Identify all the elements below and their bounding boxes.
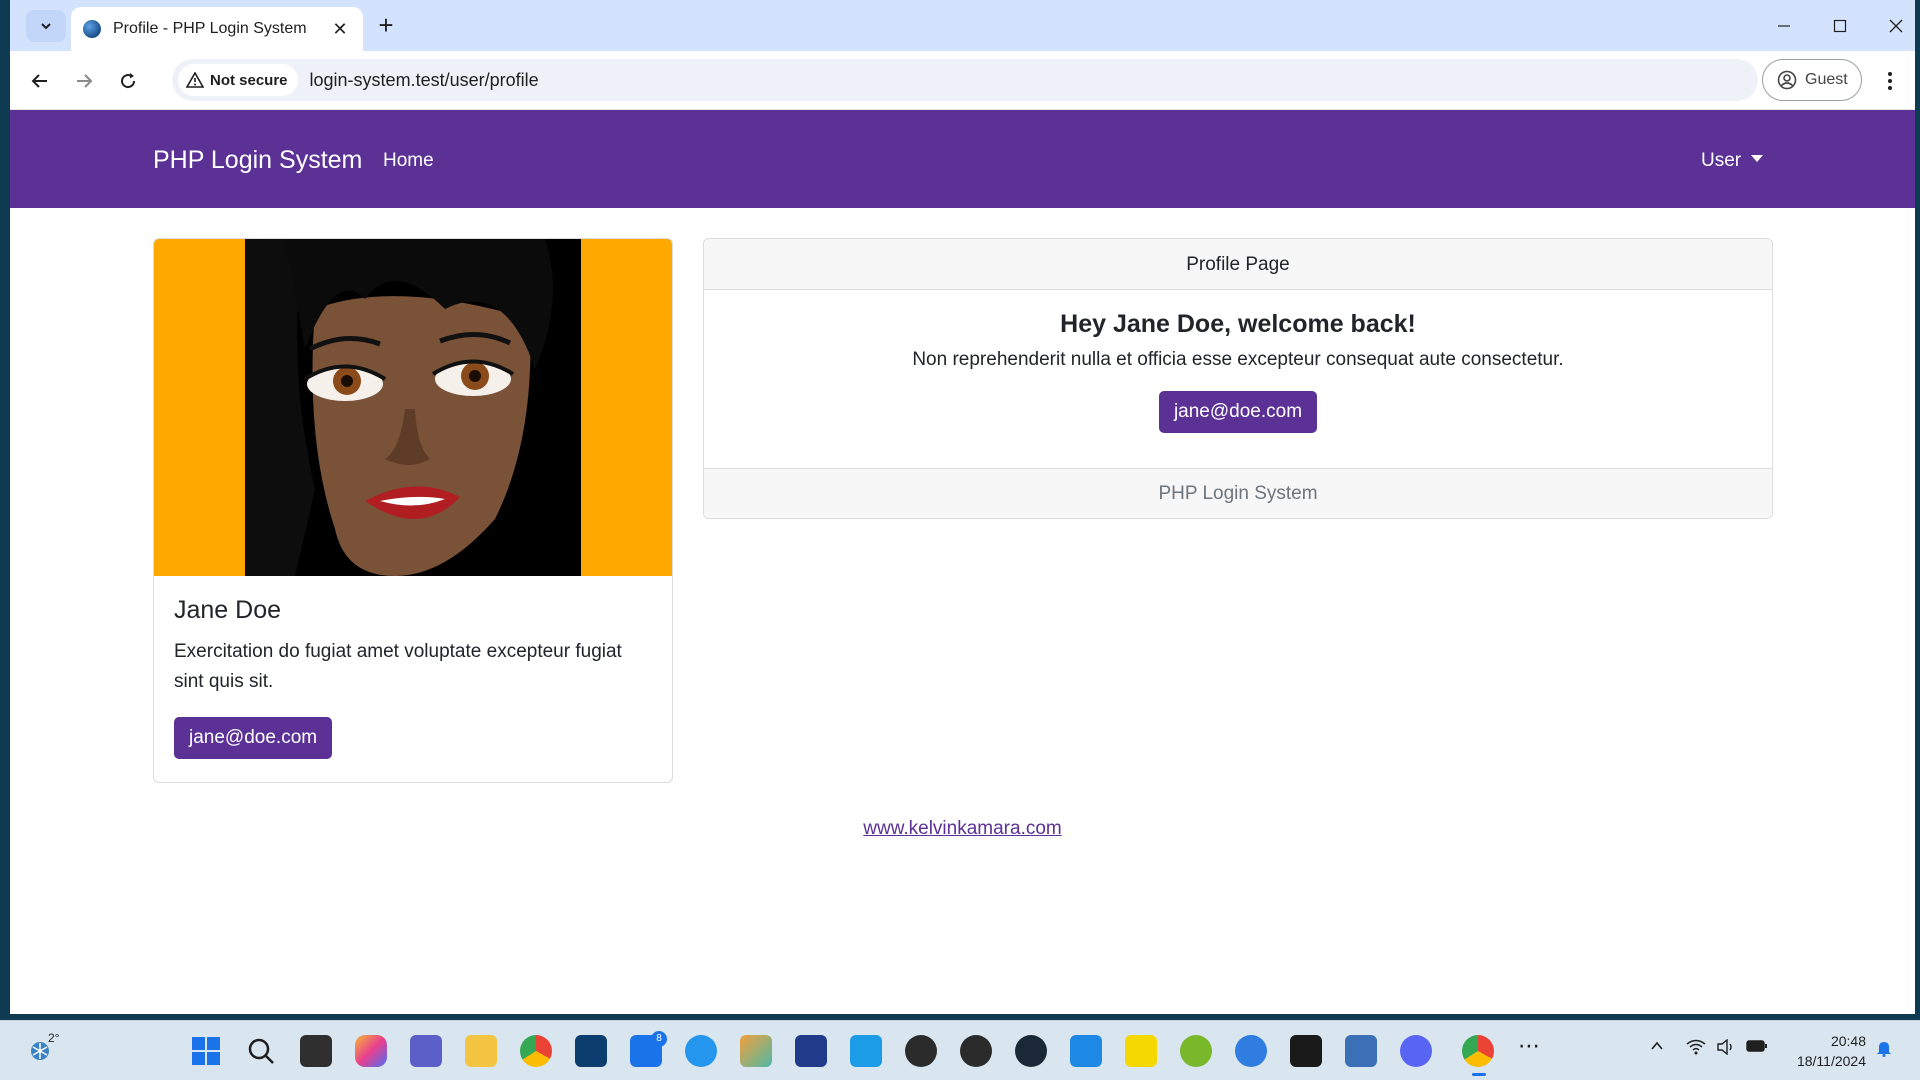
copilot-icon[interactable]: [355, 1035, 387, 1067]
profile-label: Guest: [1805, 71, 1848, 88]
todo-badge: 8: [651, 1031, 667, 1047]
url-text[interactable]: login-system.test/user/profile: [310, 70, 539, 91]
steam-icon[interactable]: [1015, 1035, 1047, 1067]
discord-icon[interactable]: [1400, 1035, 1432, 1067]
profile-button[interactable]: Guest: [1762, 59, 1862, 101]
teams-icon[interactable]: [410, 1035, 442, 1067]
profile-email-button[interactable]: jane@doe.com: [174, 717, 333, 759]
clock-time: 20:48: [1830, 1033, 1866, 1049]
maximize-button[interactable]: [1818, 12, 1862, 40]
powershell-icon[interactable]: [795, 1035, 827, 1067]
notion-icon[interactable]: [1290, 1035, 1322, 1067]
profile-card: Jane Doe Exercitation do fugiat amet vol…: [153, 238, 673, 783]
globe-icon: [83, 20, 101, 38]
chevron-down-icon: [41, 23, 51, 30]
notification-bell-icon[interactable]: [1876, 1039, 1892, 1060]
minimize-icon: [1778, 25, 1790, 27]
openai-alt-icon[interactable]: [960, 1035, 992, 1067]
docker-icon[interactable]: [685, 1035, 717, 1067]
welcome-email-button[interactable]: jane@doe.com: [1158, 391, 1318, 433]
browser-toolbar: Not secure login-system.test/user/profil…: [10, 51, 1915, 110]
security-label: Not secure: [210, 71, 288, 89]
more-apps-icon[interactable]: ⋯: [1518, 1033, 1540, 1059]
search-icon[interactable]: [245, 1035, 277, 1067]
app-navbar: PHP Login System Home User: [10, 110, 1915, 208]
vscode-icon[interactable]: [1070, 1035, 1102, 1067]
reload-icon: [121, 73, 136, 89]
weather-temp: 2°: [48, 1031, 60, 1045]
g-app-icon[interactable]: [850, 1035, 882, 1067]
arrow-left-icon: [31, 74, 47, 88]
footer-link[interactable]: www.kelvinkamara.com: [10, 818, 1915, 840]
welcome-card-body: Hey Jane Doe, welcome back! Non reprehen…: [704, 290, 1772, 468]
app-icon[interactable]: [1235, 1035, 1267, 1067]
reload-button[interactable]: [112, 65, 144, 97]
system-clock[interactable]: 20:48 18/11/2024: [1782, 1031, 1866, 1071]
welcome-card: Profile Page Hey Jane Doe, welcome back!…: [703, 238, 1773, 519]
welcome-card-footer: PHP Login System: [704, 468, 1772, 518]
weather-widget[interactable]: 2°: [26, 1031, 60, 1070]
warning-icon: [186, 72, 204, 88]
new-tab-button[interactable]: +: [372, 12, 400, 40]
close-tab-icon[interactable]: ✕: [329, 19, 351, 40]
tab-search-button[interactable]: [26, 10, 66, 42]
caret-down-icon: [1751, 155, 1764, 162]
back-button[interactable]: [24, 65, 56, 97]
clock-date: 18/11/2024: [1796, 1053, 1866, 1069]
welcome-text: Non reprehenderit nulla et officia esse …: [912, 349, 1564, 370]
chevron-up-icon[interactable]: [1650, 1039, 1664, 1056]
security-indicator[interactable]: Not secure: [178, 64, 298, 96]
web-page: PHP Login System Home User Jane Doe Exer…: [10, 110, 1915, 1014]
navbar-brand[interactable]: PHP Login System: [153, 146, 362, 175]
kebab-menu-icon: [1888, 72, 1892, 90]
vpn-icon[interactable]: [575, 1035, 607, 1067]
wifi-icon[interactable]: [1686, 1039, 1706, 1058]
volume-icon[interactable]: [1716, 1038, 1736, 1058]
browser-menu-button[interactable]: [1878, 65, 1902, 97]
task-view-icon[interactable]: [300, 1035, 332, 1067]
welcome-card-header: Profile Page: [704, 239, 1772, 290]
network-app-icon[interactable]: [1345, 1035, 1377, 1067]
user-circle-icon: [1777, 70, 1797, 90]
close-icon: [1889, 19, 1903, 33]
browser-tab-active[interactable]: Profile - PHP Login System ✕: [71, 7, 363, 51]
browser-window: Profile - PHP Login System ✕ + Not secur…: [10, 0, 1915, 1014]
openai-icon[interactable]: [905, 1035, 937, 1067]
maximize-icon: [1833, 19, 1847, 33]
address-bar[interactable]: Not secure login-system.test/user/profil…: [172, 59, 1758, 101]
profile-name: Jane Doe: [174, 596, 282, 624]
avatar-portrait: [245, 239, 581, 576]
check-app-icon[interactable]: [1125, 1035, 1157, 1067]
close-window-button[interactable]: [1874, 12, 1918, 40]
taskbar: 2° 8 ⋯ 20:48 18/11/2024: [0, 1020, 1920, 1080]
profile-bio: Exercitation do fugiat amet voluptate ex…: [174, 641, 622, 692]
user-dropdown-label: User: [1701, 150, 1742, 171]
forward-button[interactable]: [68, 65, 100, 97]
git-icon[interactable]: [740, 1035, 772, 1067]
chrome-profile-icon[interactable]: [520, 1035, 552, 1067]
welcome-title: Hey Jane Doe, welcome back!: [1060, 310, 1416, 338]
user-dropdown[interactable]: User: [1701, 150, 1764, 172]
tab-title: Profile - PHP Login System: [113, 20, 307, 37]
chrome-icon[interactable]: [1462, 1035, 1494, 1067]
arrow-right-icon: [77, 74, 93, 88]
profile-image: [154, 239, 672, 576]
minimize-button[interactable]: [1762, 12, 1806, 40]
utorrent-icon[interactable]: [1180, 1035, 1212, 1067]
start-icon[interactable]: [190, 1035, 222, 1067]
file-explorer-icon[interactable]: [465, 1035, 497, 1067]
profile-card-body: Jane Doe Exercitation do fugiat amet vol…: [154, 576, 672, 779]
tab-strip: Profile - PHP Login System ✕ +: [10, 0, 1915, 51]
nav-link-home[interactable]: Home: [383, 150, 434, 172]
active-app-indicator: [1472, 1073, 1486, 1076]
battery-icon[interactable]: [1746, 1039, 1768, 1056]
